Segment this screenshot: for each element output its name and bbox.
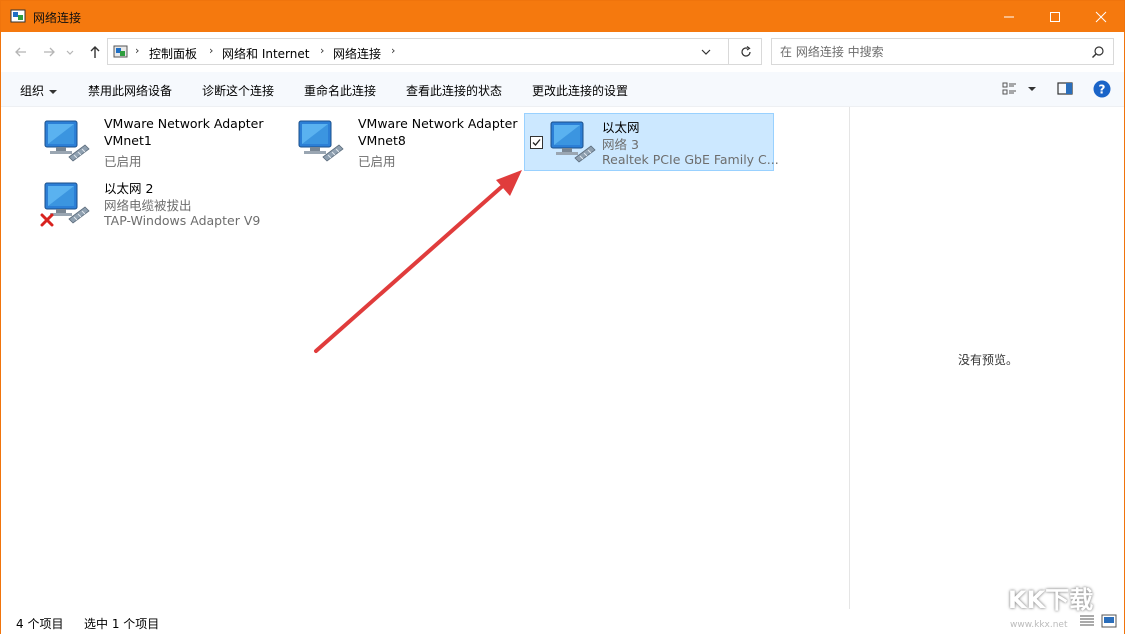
organize-menu[interactable]: 组织 bbox=[20, 82, 58, 99]
network-connections-app-icon bbox=[10, 9, 26, 23]
adapter-name: VMware Network Adapter bbox=[358, 116, 518, 131]
disable-device-button[interactable]: 禁用此网络设备 bbox=[88, 82, 172, 99]
preview-pane-button[interactable] bbox=[1056, 80, 1074, 101]
breadcrumb-separator: › bbox=[320, 44, 325, 57]
items-view: VMware Network Adapter VMnet1 已启用 VMware… bbox=[1, 107, 849, 609]
breadcrumb-network-internet[interactable]: 网络和 Internet bbox=[222, 45, 309, 62]
close-icon bbox=[1095, 11, 1107, 22]
search-box[interactable] bbox=[771, 38, 1114, 65]
status-bar: 4 个项目 选中 1 个项目 bbox=[1, 609, 1124, 634]
breadcrumb-separator: › bbox=[135, 44, 140, 57]
back-button[interactable] bbox=[11, 42, 31, 62]
adapter-name-line2: VMnet8 bbox=[358, 133, 406, 148]
adapter-status: 已启用 bbox=[358, 154, 396, 169]
adapter-status: 已启用 bbox=[104, 154, 142, 169]
diagnose-connection-button[interactable]: 诊断这个连接 bbox=[202, 82, 274, 99]
list-item[interactable]: VMware Network Adapter VMnet8 已启用 bbox=[281, 113, 529, 171]
breadcrumb-network-connections[interactable]: 网络连接 bbox=[333, 45, 381, 62]
view-status-button[interactable]: 查看此连接的状态 bbox=[406, 82, 502, 99]
check-icon bbox=[532, 139, 541, 146]
change-settings-button[interactable]: 更改此连接的设置 bbox=[532, 82, 628, 99]
title-bar[interactable]: 网络连接 bbox=[1, 1, 1124, 32]
adapter-name: VMware Network Adapter bbox=[104, 116, 264, 131]
up-arrow-icon bbox=[90, 46, 100, 58]
rename-connection-button[interactable]: 重命名此连接 bbox=[304, 82, 376, 99]
help-icon: ? bbox=[1093, 80, 1111, 98]
forward-arrow-icon bbox=[44, 47, 55, 57]
network-adapter-icon bbox=[44, 120, 90, 162]
minimize-icon bbox=[1004, 16, 1014, 17]
item-count: 4 个项目 bbox=[16, 617, 64, 631]
address-row: › 控制面板 › 网络和 Internet › 网络连接 › bbox=[1, 32, 1124, 72]
list-item-selected[interactable]: 以太网 网络 3 Realtek PCIe GbE Family C... bbox=[524, 113, 779, 171]
chevron-down-icon bbox=[66, 50, 74, 55]
search-icon bbox=[1092, 46, 1104, 58]
view-options-icon bbox=[1002, 82, 1036, 95]
watermark-url: www.kkx.net bbox=[1010, 620, 1068, 630]
address-bar[interactable]: › 控制面板 › 网络和 Internet › 网络连接 › bbox=[107, 38, 762, 65]
forward-button[interactable] bbox=[39, 42, 59, 62]
network-adapter-icon bbox=[550, 121, 596, 163]
large-icons-view-icon[interactable] bbox=[1101, 614, 1117, 628]
preview-pane: 没有预览。 bbox=[849, 107, 1124, 609]
preview-pane-icon bbox=[1057, 82, 1073, 95]
command-bar: 组织 禁用此网络设备 诊断这个连接 重命名此连接 查看此连接的状态 更改此连接的… bbox=[1, 72, 1124, 107]
list-item[interactable]: 以太网 2 网络电缆被拔出 TAP-Windows Adapter V9 bbox=[27, 175, 275, 233]
recent-locations-button[interactable] bbox=[63, 42, 77, 62]
adapter-status: 网络电缆被拔出 bbox=[104, 198, 192, 213]
chevron-down-icon bbox=[49, 89, 58, 94]
selection-checkbox[interactable] bbox=[530, 136, 543, 149]
refresh-button[interactable] bbox=[728, 39, 762, 64]
maximize-icon bbox=[1050, 11, 1060, 22]
watermark-logo: KK下载 bbox=[1008, 586, 1094, 614]
breadcrumb-control-panel[interactable]: 控制面板 bbox=[149, 45, 197, 62]
breadcrumb-separator: › bbox=[209, 44, 214, 57]
adapter-name-line2: VMnet1 bbox=[104, 133, 152, 148]
search-input[interactable] bbox=[780, 43, 1080, 61]
svg-text:?: ? bbox=[1099, 83, 1106, 97]
maximize-button[interactable] bbox=[1032, 1, 1078, 32]
organize-label: 组织 bbox=[20, 84, 45, 98]
adapter-network: 网络 3 bbox=[602, 137, 639, 152]
change-view-button[interactable] bbox=[1002, 80, 1042, 101]
explorer-window: 网络连接 › 控制面板 › 网络和 Internet › 网络连接 › 在 网络… bbox=[0, 0, 1125, 634]
details-view-icon[interactable] bbox=[1079, 614, 1095, 628]
network-adapter-icon bbox=[298, 120, 344, 162]
minimize-button[interactable] bbox=[986, 1, 1032, 32]
refresh-icon bbox=[740, 45, 751, 57]
list-item[interactable]: VMware Network Adapter VMnet1 已启用 bbox=[27, 113, 275, 171]
up-button[interactable] bbox=[85, 42, 105, 62]
no-preview-text: 没有预览。 bbox=[958, 353, 1019, 367]
address-dropdown-icon[interactable] bbox=[699, 46, 713, 58]
window-title: 网络连接 bbox=[33, 11, 82, 25]
help-button[interactable]: ? bbox=[1092, 79, 1112, 102]
disconnected-x-icon bbox=[40, 213, 54, 227]
adapter-device: TAP-Windows Adapter V9 bbox=[104, 213, 261, 228]
adapter-device: Realtek PCIe GbE Family C... bbox=[602, 152, 779, 167]
control-panel-icon bbox=[113, 45, 128, 58]
selected-count: 选中 1 个项目 bbox=[84, 617, 160, 631]
close-button[interactable] bbox=[1078, 1, 1124, 32]
breadcrumb-separator: › bbox=[391, 44, 396, 57]
back-arrow-icon bbox=[15, 47, 26, 57]
